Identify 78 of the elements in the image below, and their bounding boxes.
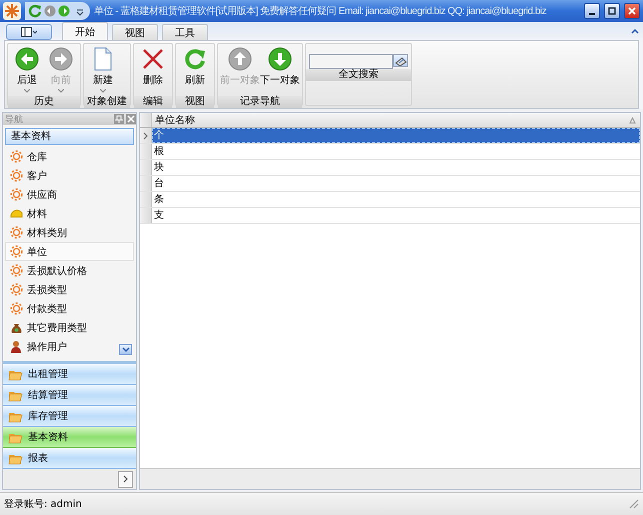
nav-item[interactable]: 付款类型 <box>5 299 134 318</box>
nav-item[interactable]: 供应商 <box>5 185 134 204</box>
nav-group-button[interactable]: 报表 <box>3 448 136 469</box>
ribbon-tab[interactable]: 视图 <box>112 24 158 40</box>
pin-button[interactable] <box>114 114 124 124</box>
nav-item[interactable]: 单位 <box>5 242 134 261</box>
app-logo-icon[interactable] <box>3 2 21 20</box>
status-text: 登录账号: admin <box>4 498 82 511</box>
customize-menu-icon[interactable] <box>76 6 84 16</box>
panel-title: 导航 <box>5 114 24 126</box>
refresh-icon <box>183 47 207 71</box>
nav-group-button[interactable]: 结算管理 <box>3 385 136 406</box>
forward-icon[interactable] <box>58 5 70 17</box>
resize-grip-icon <box>629 499 639 509</box>
close-button[interactable] <box>624 3 640 19</box>
nav-item[interactable]: 操作用户 <box>5 337 134 356</box>
nav-item[interactable]: 丢损类型 <box>5 280 134 299</box>
application-menu-button[interactable] <box>6 24 52 40</box>
gear-icon <box>10 188 23 201</box>
ribbon-tab[interactable]: 工具 <box>162 24 208 40</box>
nav-group-button[interactable]: 库存管理 <box>3 406 136 427</box>
nav-item[interactable]: 其它费用类型 <box>5 318 134 337</box>
gear-icon <box>10 169 23 182</box>
next-button[interactable] <box>118 470 133 488</box>
nav-group-button[interactable]: 基本资料 <box>3 427 136 448</box>
helmet-icon <box>10 207 23 220</box>
document-icon <box>92 47 114 71</box>
maximize-button[interactable] <box>604 3 620 19</box>
nav-item[interactable]: 客户 <box>5 166 134 185</box>
refresh-icon[interactable] <box>28 4 42 18</box>
section-header: 基本资料 <box>5 128 134 145</box>
gear-icon <box>10 264 23 277</box>
ribbon-button[interactable]: 删除 <box>137 46 169 96</box>
ribbon-tab[interactable]: 开始 <box>62 22 108 40</box>
chevron-right-icon <box>122 475 129 483</box>
gear-icon <box>10 302 23 315</box>
search-field[interactable] <box>309 54 393 69</box>
group-label: 视图 <box>176 96 214 108</box>
table-cell[interactable]: 个 <box>152 128 640 143</box>
table-cell[interactable]: 块 <box>152 160 640 175</box>
money-bag-icon <box>10 321 23 334</box>
table-cell[interactable]: 根 <box>152 144 640 159</box>
search-button[interactable] <box>393 54 408 67</box>
nav-item[interactable]: 材料类别 <box>5 223 134 242</box>
table-cell[interactable]: 条 <box>152 192 640 207</box>
ribbon-button[interactable]: 刷新 <box>179 46 211 96</box>
gear-icon <box>10 150 23 163</box>
table-cell[interactable]: 支 <box>152 208 640 223</box>
sort-icon <box>629 116 636 124</box>
group-label: 对象创建 <box>84 96 130 108</box>
nav-item[interactable]: 仓库 <box>5 147 134 166</box>
group-label: 编辑 <box>134 96 172 108</box>
gear-icon <box>10 245 23 258</box>
ribbon-button[interactable]: 后退 <box>11 46 43 96</box>
nav-group-button[interactable]: 出租管理 <box>3 364 136 385</box>
maximize-icon <box>608 7 616 15</box>
row-pointer-icon <box>143 132 148 140</box>
back-icon[interactable] <box>44 5 56 17</box>
group-label: 记录导航 <box>218 96 302 108</box>
gear-icon <box>10 283 23 296</box>
chevron-down-icon <box>122 347 130 352</box>
nav-item[interactable]: 材料 <box>5 204 134 223</box>
nav-item[interactable]: 丢损默认价格 <box>5 261 134 280</box>
gear-icon <box>10 226 23 239</box>
window-title: 单位 - 蓝格建材租赁管理软件[试用版本] 免费解答任何疑问 Email: jiancai@bluegrid.biz QQ: jiancai@bluegrid.biz <box>94 4 548 18</box>
minimize-icon <box>589 13 595 15</box>
delete-icon <box>141 47 165 71</box>
row-header[interactable] <box>140 128 152 143</box>
table-cell[interactable]: 台 <box>152 176 640 191</box>
ribbon-button[interactable]: 下一对象 <box>261 46 299 96</box>
user-icon <box>10 340 23 353</box>
minimize-button[interactable] <box>584 3 600 19</box>
close-icon <box>628 7 636 15</box>
ribbon-button[interactable]: 新建 <box>87 46 119 96</box>
group-label: 全文搜索 <box>306 69 411 81</box>
panel-layout-icon <box>21 27 37 37</box>
expand-button[interactable] <box>119 344 132 355</box>
group-label: 历史 <box>8 96 80 108</box>
